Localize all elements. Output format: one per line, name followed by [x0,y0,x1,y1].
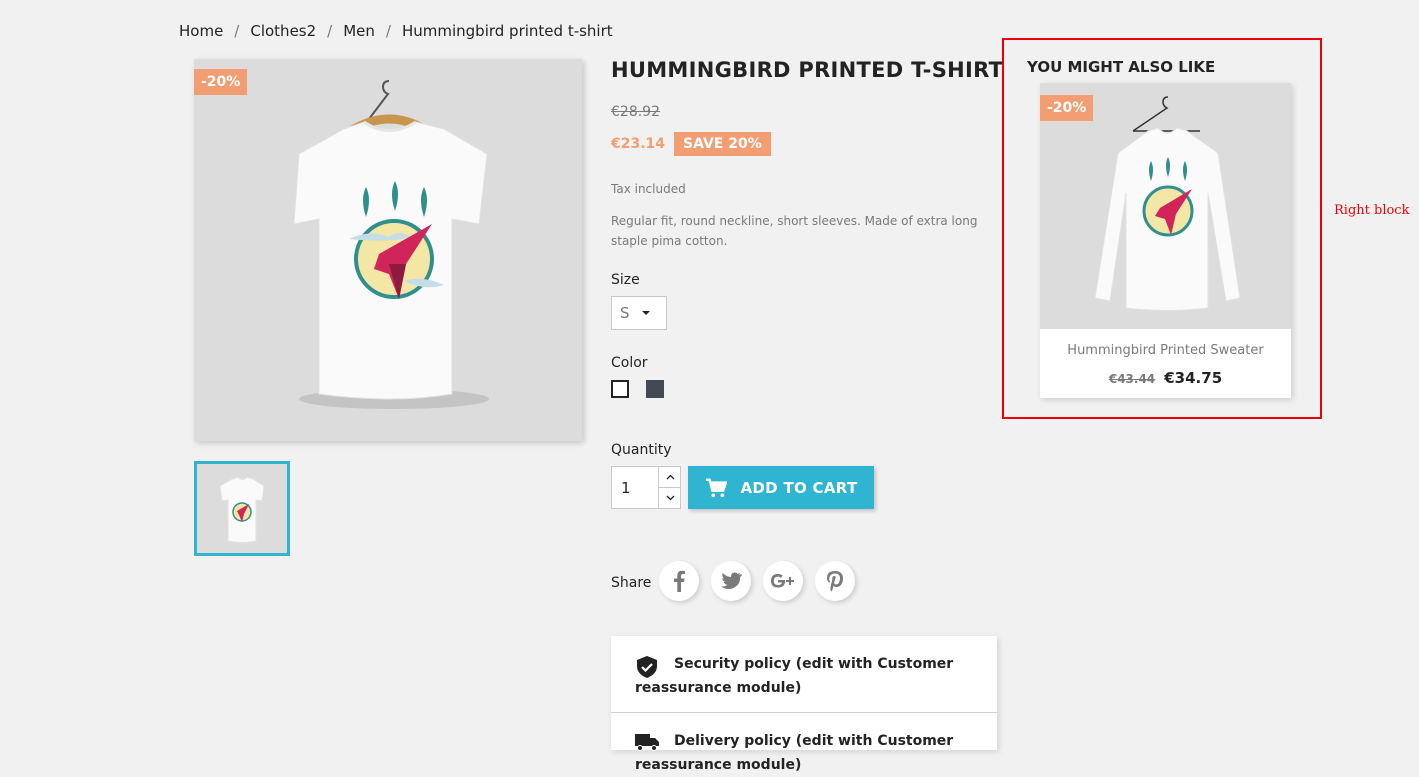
add-to-cart-button[interactable]: ADD TO CART [688,466,874,509]
add-to-cart-label: ADD TO CART [740,478,858,497]
pinterest-icon [827,571,843,592]
card-regular-price: €43.44 [1108,372,1156,386]
you-might-also-like-heading: YOU MIGHT ALSO LIKE [1027,58,1216,76]
product-card-image[interactable]: -20% [1040,83,1291,329]
breadcrumb-men[interactable]: Men [343,22,375,40]
facebook-icon [674,570,685,592]
chevron-down-icon [666,495,674,501]
color-swatch-dark-gray[interactable] [646,380,664,398]
card-discount-badge: -20% [1040,95,1094,121]
size-value: S [620,304,630,322]
current-price: €23.14 [611,136,666,152]
reassurance-block: Security policy (edit with Customer reas… [611,636,997,773]
quantity-label: Quantity [611,442,672,458]
breadcrumb-clothes2[interactable]: Clothes2 [250,22,316,40]
quantity-decrease-button[interactable] [658,488,681,508]
size-select[interactable]: S [611,296,667,330]
breadcrumb-separator: / [234,22,240,40]
breadcrumb: Home / Clothes2 / Men / Hummingbird prin… [179,22,613,40]
regular-price: €28.92 [611,104,660,120]
product-title: HUMMINGBIRD PRINTED T-SHIRT [611,58,1004,82]
tax-label: Tax included [611,182,686,196]
breadcrumb-current: Hummingbird printed t-shirt [401,22,613,40]
size-label: Size [611,272,640,288]
cart-icon [705,478,727,497]
product-card-name[interactable]: Hummingbird Printed Sweater [1040,343,1291,358]
twitter-share-button[interactable] [711,561,751,601]
product-main-image[interactable]: -20% [194,59,582,441]
color-swatch-white[interactable] [611,380,629,398]
google-plus-icon [771,574,794,588]
pinterest-share-button[interactable] [815,561,855,601]
product-thumbnail[interactable] [194,461,290,556]
shield-check-icon [637,656,657,678]
google-plus-share-button[interactable] [763,561,803,601]
caret-down-icon [641,311,650,315]
quantity-input[interactable] [612,467,658,508]
breadcrumb-separator: / [327,22,333,40]
share-label: Share [611,575,652,591]
breadcrumb-home[interactable]: Home [179,22,223,40]
quantity-stepper [611,466,681,509]
right-block-annotation: Right block [1334,203,1410,218]
reassurance-item-security: Security policy (edit with Customer reas… [635,656,954,696]
reassurance-item-delivery: Delivery policy (edit with Customer reas… [635,733,954,773]
card-current-price: €34.75 [1164,369,1223,387]
quantity-increase-button[interactable] [658,467,681,488]
product-card-price: €43.44 €34.75 [1040,368,1291,387]
truck-icon [635,734,659,751]
product-card[interactable]: -20% Hummingbird Printed Sweater €43.44 … [1040,83,1291,398]
reassurance-divider [611,712,997,713]
save-badge: SAVE 20% [674,132,771,156]
tshirt-thumbnail-image [219,476,265,543]
twitter-icon [721,572,742,590]
product-description: Regular fit, round neckline, short sleev… [611,214,978,248]
breadcrumb-separator: / [385,22,391,40]
color-label: Color [611,355,648,371]
facebook-share-button[interactable] [659,561,699,601]
chevron-up-icon [666,474,674,480]
tshirt-image [293,80,489,409]
discount-badge: -20% [194,69,248,95]
